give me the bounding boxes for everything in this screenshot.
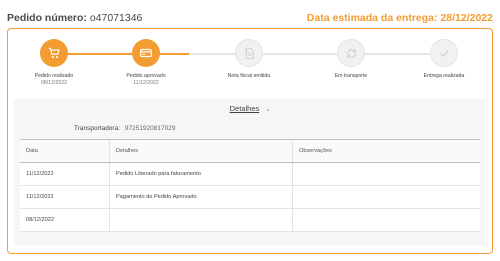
cell-date: 08/12/2022 [26,217,54,223]
cell-details: Pedido Liberado para faturamento [109,163,292,185]
cart-icon [48,47,60,59]
details-panel: Detalhes ⌄ Transportadora: 9725192081702… [14,99,486,246]
step-date: 11/12/2022 [133,80,159,86]
history-table: Data Detalhes Observações 11/12/2022 Ped… [20,139,480,232]
order-tracking-card: Pedido realizado 08/12/2022 Pedido aprov… [7,28,493,254]
credit-card-icon [140,48,152,58]
step-circle [337,39,365,67]
check-icon [439,49,449,57]
estimated-delivery: Data estimada da entrega: 28/12/2022 [307,12,493,24]
eta-label: Data estimada da entrega: [306,12,438,24]
step-label: Em transporte [334,73,368,79]
step-order-approved: Pedido aprovado 11/12/2022 [106,39,186,86]
cell-date: 11/12/2022 [26,171,54,177]
progress-tracker: Pedido realizado 08/12/2022 Pedido aprov… [8,29,494,99]
eta-date: 28/12/2022 [440,12,493,24]
cell-notes [292,186,480,208]
carrier-info: Transportadora: 97251920817029 [74,125,175,132]
cell-notes [292,163,480,185]
step-circle [235,39,263,67]
column-header-details: Detalhes [109,140,292,162]
chevron-down-icon[interactable]: ⌄ [265,107,270,113]
step-invoice-issued: Nota fiscal emitida [209,39,289,79]
table-row: 11/12/2022 Pedido Liberado para faturame… [20,163,480,186]
step-circle [132,39,160,67]
cell-details [109,209,292,231]
transport-icon [346,48,356,58]
step-label: Nota fiscal emitida [227,73,271,79]
cell-date: 11/12/2022 [26,194,54,200]
cell-notes [292,209,480,231]
details-toggle[interactable]: Detalhes ⌄ [14,104,486,113]
carrier-label: Transportadora: [74,125,121,132]
cell-details: Pagamento do Pedido Aprovado [109,186,292,208]
invoice-icon [245,47,254,59]
column-header-notes: Observações [292,140,480,162]
step-label: Pedido realizado [34,73,74,79]
step-delivered: Entrega realizada [404,39,484,79]
order-label: Pedido número: [7,12,87,24]
column-header-date: Data [26,148,38,154]
step-in-transport: Em transporte [311,39,391,79]
step-circle [40,39,68,67]
step-label: Entrega realizada [423,73,465,79]
carrier-value: 97251920817029 [124,125,176,132]
table-header: Data Detalhes Observações [20,139,480,163]
table-row: 11/12/2022 Pagamento do Pedido Aprovado [20,186,480,209]
order-number: o47071346 [89,12,143,24]
step-label: Pedido aprovado [126,73,166,79]
step-order-placed: Pedido realizado 08/12/2022 [14,39,94,86]
order-title: Pedido número: o47071346 [7,12,142,24]
details-toggle-label[interactable]: Detalhes [230,104,260,113]
table-row: 08/12/2022 [20,209,480,232]
page-header: Pedido número: o47071346 Data estimada d… [7,12,493,26]
step-circle [430,39,458,67]
step-date: 08/12/2022 [41,80,67,86]
